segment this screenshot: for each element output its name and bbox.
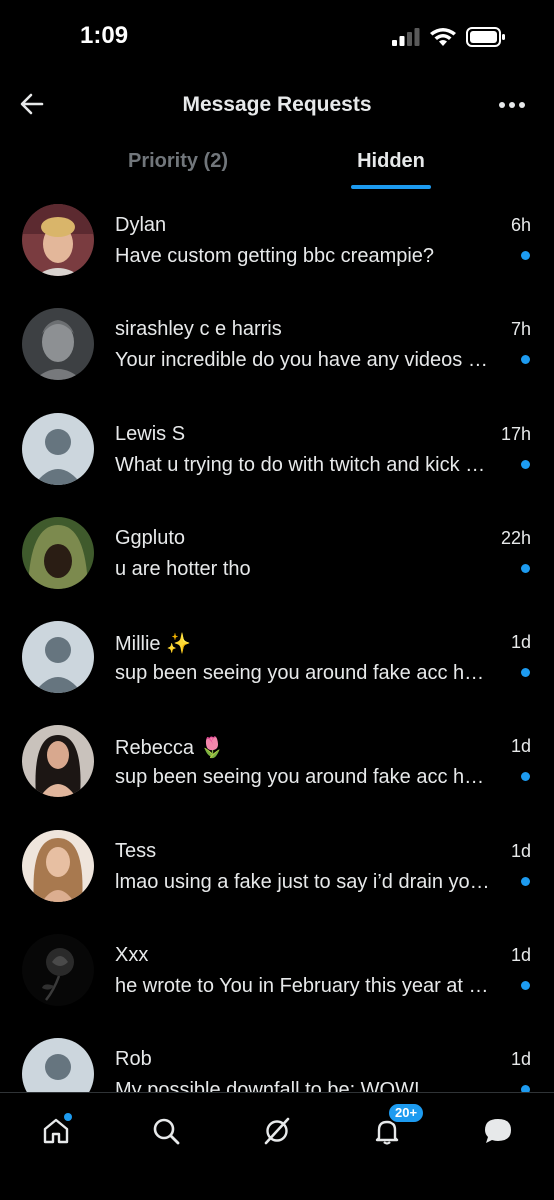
tab-hidden[interactable]: Hidden bbox=[346, 134, 436, 192]
status-time: 1:09 bbox=[80, 22, 129, 49]
nav-search[interactable] bbox=[144, 1109, 188, 1153]
message-preview: he wrote to You in February this year at… bbox=[115, 975, 495, 998]
message-preview: lmao using a fake just to say i’d drain … bbox=[115, 870, 495, 893]
conversation-row[interactable]: Dylan 6h Have custom getting bbc creampi… bbox=[0, 192, 554, 296]
conversation-time: 22h bbox=[500, 527, 531, 548]
status-icons bbox=[392, 27, 506, 47]
message-preview: My possible downfall to be: WOW! bbox=[115, 1079, 420, 1092]
avatar[interactable] bbox=[22, 308, 94, 381]
unread-dot bbox=[521, 459, 530, 469]
more-options-button[interactable] bbox=[492, 90, 532, 120]
more-icon bbox=[499, 102, 525, 108]
tab-bar: Priority (2) Hidden bbox=[0, 134, 554, 192]
conversation-name: Rebecca 🌷 bbox=[115, 737, 225, 760]
message-request-list[interactable]: Dylan 6h Have custom getting bbc creampi… bbox=[0, 192, 554, 1092]
avatar[interactable] bbox=[22, 829, 94, 902]
conversation-row[interactable]: Millie ✨ 1d sup been seeing you around f… bbox=[0, 609, 554, 713]
conversation-row[interactable]: Ggpluto 22h u are hotter tho bbox=[0, 505, 554, 609]
nav-messages[interactable] bbox=[476, 1109, 520, 1153]
conversation-row[interactable]: Lewis S 17h What u trying to do with twi… bbox=[0, 401, 554, 505]
conversation-name: Tess bbox=[115, 839, 157, 862]
conversation-row[interactable]: Xxx 1d he wrote to You in February this … bbox=[0, 922, 554, 1026]
avatar[interactable] bbox=[22, 516, 94, 589]
avatar[interactable] bbox=[22, 1038, 94, 1092]
conversation-time: 17h bbox=[500, 423, 531, 444]
avatar-photo-rebecca bbox=[22, 725, 94, 798]
nav-home[interactable] bbox=[34, 1109, 78, 1153]
message-preview: What u trying to do with twitch and kick… bbox=[115, 453, 495, 476]
conversation-row[interactable]: sirashley c e harris 7h Your incredible … bbox=[0, 296, 554, 400]
conversation-name: sirashley c e harris bbox=[115, 318, 282, 341]
messages-icon bbox=[485, 1119, 511, 1143]
conversation-time: 6h bbox=[510, 215, 531, 235]
avatar[interactable] bbox=[22, 725, 94, 798]
default-avatar-icon bbox=[22, 621, 94, 694]
unread-dot bbox=[521, 772, 530, 782]
conversation-row[interactable]: Rebecca 🌷 1d sup been seeing you around … bbox=[0, 713, 554, 817]
conversation-name: Rob bbox=[115, 1048, 152, 1071]
nav-notifications[interactable]: 20+ bbox=[365, 1102, 426, 1153]
message-preview: Your incredible do you have any videos o… bbox=[115, 349, 495, 372]
tab-label: Priority (2) bbox=[127, 150, 229, 172]
unread-dot bbox=[521, 563, 530, 573]
conversation-time: 1d bbox=[510, 632, 531, 653]
search-icon bbox=[153, 1118, 180, 1145]
unread-dot bbox=[521, 355, 530, 365]
wifi-icon bbox=[430, 27, 456, 46]
avatar[interactable] bbox=[22, 934, 94, 1007]
status-bar: 1:09 bbox=[0, 0, 554, 76]
conversation-time: 7h bbox=[510, 319, 531, 340]
grok-icon bbox=[264, 1117, 290, 1145]
conversation-time: 1d bbox=[510, 840, 531, 861]
active-tab-indicator bbox=[351, 185, 431, 189]
tab-label: Hidden bbox=[357, 150, 425, 172]
avatar[interactable] bbox=[22, 412, 94, 485]
unread-dot bbox=[521, 1085, 530, 1092]
unread-dot bbox=[521, 668, 530, 678]
nav-grok[interactable] bbox=[255, 1109, 299, 1153]
conversation-time: 1d bbox=[510, 945, 531, 966]
default-avatar-icon bbox=[22, 412, 94, 485]
avatar-photo-ggpluto bbox=[22, 516, 94, 589]
default-avatar-icon bbox=[22, 1038, 94, 1092]
avatar-photo-tess bbox=[22, 829, 94, 902]
home-notification-dot bbox=[64, 1113, 72, 1121]
message-preview: u are hotter tho bbox=[115, 557, 251, 580]
avatar[interactable] bbox=[22, 621, 94, 694]
avatar-photo-rose bbox=[22, 934, 94, 1007]
cellular-signal-icon bbox=[392, 28, 420, 46]
message-preview: Have custom getting bbc creampie? bbox=[115, 245, 435, 267]
conversation-row[interactable]: Tess 1d lmao using a fake just to say i’… bbox=[0, 818, 554, 922]
conversation-time: 1d bbox=[510, 1049, 531, 1070]
bottom-navigation-bar: 20+ bbox=[0, 1092, 554, 1200]
message-preview: sup been seeing you around fake acc here… bbox=[115, 766, 495, 789]
unread-dot bbox=[521, 981, 530, 991]
conversation-row[interactable]: Rob 1d My possible downfall to be: WOW! bbox=[0, 1026, 554, 1092]
unread-dot bbox=[521, 251, 530, 260]
header: Message Requests bbox=[0, 76, 554, 134]
conversation-name: Ggpluto bbox=[115, 526, 186, 549]
tab-priority[interactable]: Priority (2) bbox=[118, 134, 238, 192]
conversation-time: 1d bbox=[510, 736, 531, 757]
conversation-name: Lewis S bbox=[115, 422, 186, 445]
notifications-badge: 20+ bbox=[387, 1102, 426, 1124]
page-title: Message Requests bbox=[182, 93, 372, 116]
conversation-name: Xxx bbox=[115, 944, 149, 967]
avatar-photo-sirashley bbox=[22, 308, 94, 381]
conversation-name: Dylan bbox=[115, 214, 167, 236]
avatar-photo-dylan bbox=[22, 204, 94, 276]
message-preview: sup been seeing you around fake acc here… bbox=[115, 662, 495, 685]
battery-icon bbox=[466, 27, 505, 47]
unread-dot bbox=[521, 876, 530, 886]
conversation-name: Millie ✨ bbox=[115, 633, 192, 656]
avatar[interactable] bbox=[22, 204, 94, 276]
